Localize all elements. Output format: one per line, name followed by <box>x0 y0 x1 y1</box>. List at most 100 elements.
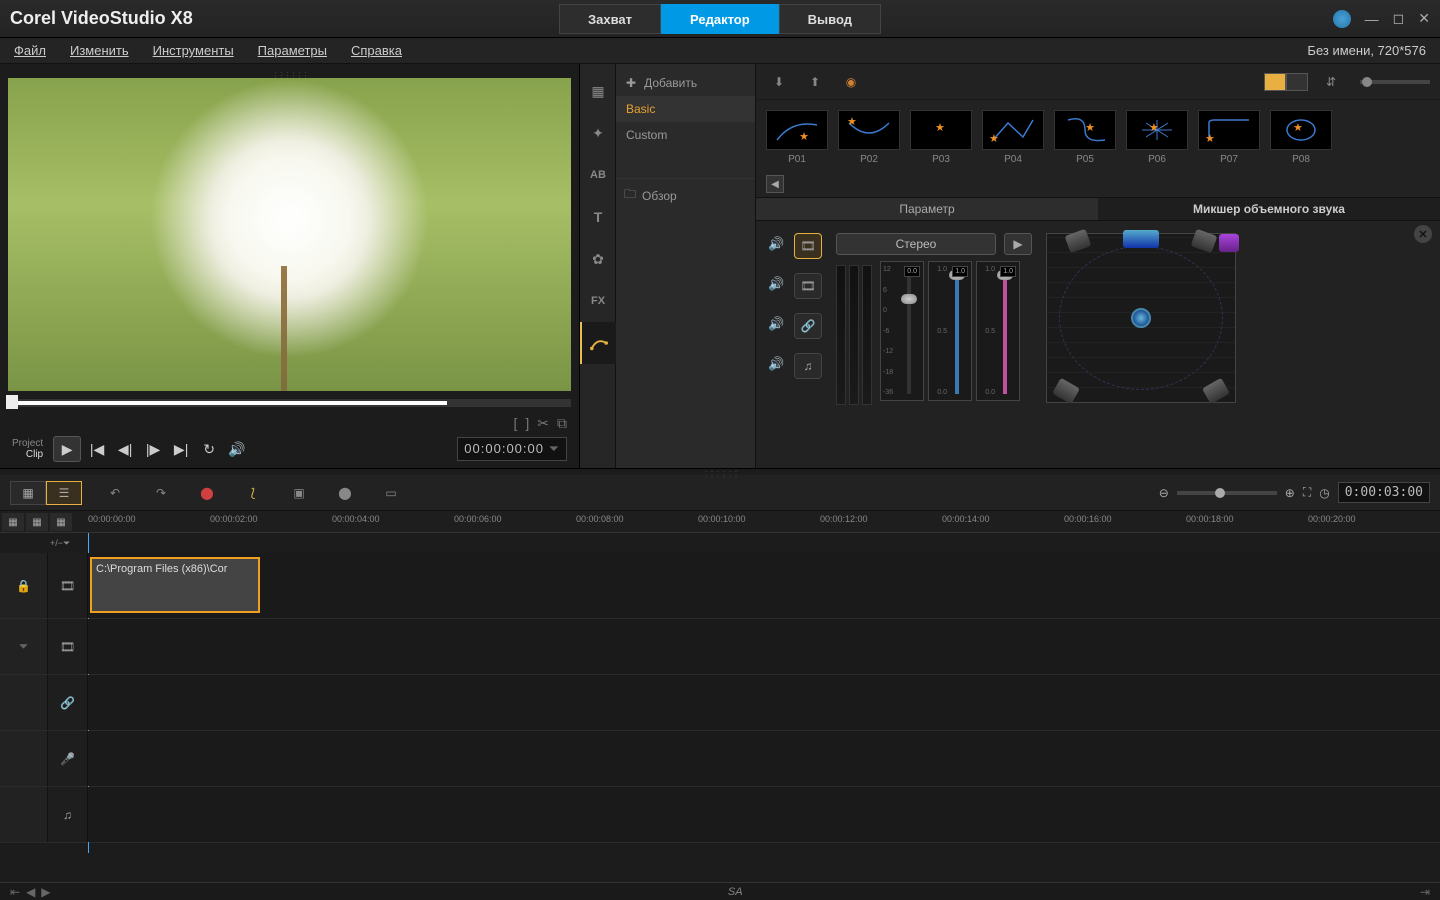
menu-options[interactable]: Параметры <box>258 43 327 58</box>
menu-file[interactable]: Файл <box>14 43 46 58</box>
music-track-icon[interactable]: ♫ <box>48 787 88 842</box>
tab-capture[interactable]: Захват <box>559 4 661 34</box>
close-panel-icon[interactable]: ✕ <box>1414 225 1432 243</box>
center-fader[interactable]: 1.00.50.0 1.0 <box>928 261 972 401</box>
path-tab-icon[interactable] <box>580 322 616 364</box>
nav-right-icon[interactable]: ▶ <box>41 885 50 899</box>
overlay-track-icon[interactable]: 🎞 <box>794 273 822 299</box>
timeline-duration[interactable]: 0:00:03:00 <box>1338 482 1430 503</box>
preset-p01[interactable]: ★P01 <box>766 110 828 165</box>
tab-parameter[interactable]: Параметр <box>756 198 1098 220</box>
title-tab-icon[interactable]: T <box>580 196 616 238</box>
overlay-track-body[interactable] <box>88 619 1440 674</box>
browse-button[interactable]: 🗀Обзор <box>616 178 755 212</box>
media-tab-icon[interactable]: ▦ <box>580 70 616 112</box>
preset-p04[interactable]: ★P04 <box>982 110 1044 165</box>
preset-p03[interactable]: ★P03 <box>910 110 972 165</box>
timeline-view-icon[interactable]: ☰ <box>46 481 82 505</box>
panel-grip[interactable] <box>8 70 571 76</box>
overlay-track-icon[interactable]: 🎞 <box>48 619 88 674</box>
front-right-speaker-icon[interactable] <box>1191 229 1218 253</box>
preset-p06[interactable]: ★P06 <box>1126 110 1188 165</box>
video-track-icon[interactable]: 🎞 <box>48 553 88 618</box>
preset-p05[interactable]: ★P05 <box>1054 110 1116 165</box>
toggle-tool-icon[interactable]: ⬤ <box>332 480 358 506</box>
track-head-music[interactable] <box>0 787 48 842</box>
title-track-body[interactable] <box>88 675 1440 730</box>
lock-icon[interactable]: 🔒 <box>16 579 31 593</box>
add-track-row[interactable]: +/−⏷ <box>0 533 1440 553</box>
record-button[interactable]: ⬤ <box>194 480 220 506</box>
video-preview[interactable] <box>8 78 571 391</box>
nav-left-icon[interactable]: ◀ <box>26 885 35 899</box>
music-track-icon[interactable]: ♫ <box>794 353 822 379</box>
folder-custom[interactable]: Custom <box>616 122 755 148</box>
undo-button[interactable]: ↶ <box>102 480 128 506</box>
library-zoom-slider[interactable] <box>1360 80 1430 84</box>
stereo-mode-dropdown[interactable]: Стерео <box>836 233 996 255</box>
list-view-icon[interactable] <box>1286 73 1308 91</box>
seek-thumb[interactable] <box>6 395 18 409</box>
scroll-left-button[interactable]: ◀ <box>766 175 784 193</box>
redo-button[interactable]: ↷ <box>148 480 174 506</box>
menu-edit[interactable]: Изменить <box>70 43 129 58</box>
front-left-speaker-icon[interactable] <box>1065 229 1092 253</box>
tab-surround-mixer[interactable]: Микшер объемного звука <box>1098 198 1440 220</box>
master-fader[interactable]: 1260-6-12-18-36 0.0 <box>880 261 924 401</box>
menu-help[interactable]: Справка <box>351 43 402 58</box>
preset-p08[interactable]: ★P08 <box>1270 110 1332 165</box>
scroll-left-icon[interactable]: ⇤ <box>10 885 20 899</box>
preset-p02[interactable]: ★P02 <box>838 110 900 165</box>
surround-position-dot[interactable] <box>1131 308 1151 328</box>
transition-tab-icon[interactable]: AB <box>580 154 616 196</box>
instant-tab-icon[interactable]: ✦ <box>580 112 616 154</box>
ruler-btn-3[interactable]: ▦ <box>50 513 72 531</box>
seek-bar[interactable] <box>8 399 571 407</box>
markin-icon[interactable]: [ <box>513 415 517 432</box>
video-clip[interactable]: C:\Program Files (x86)\Cor <box>90 557 260 613</box>
rear-right-speaker-icon[interactable] <box>1202 378 1230 405</box>
sub-fader[interactable]: 1.00.50.0 1.0 <box>976 261 1020 401</box>
graphic-tab-icon[interactable]: ✿ <box>580 238 616 280</box>
globe-icon[interactable] <box>1333 10 1351 28</box>
mode-labels[interactable]: Project Clip <box>12 438 43 460</box>
sort-options-icon[interactable]: ⇵ <box>1318 69 1344 95</box>
minimize-icon[interactable]: — <box>1365 11 1379 27</box>
ruler-btn-2[interactable]: ▦ <box>26 513 48 531</box>
surround-field[interactable] <box>1046 233 1236 403</box>
speaker-icon[interactable]: 🔊 <box>768 356 788 376</box>
track-head-voice[interactable] <box>0 731 48 786</box>
sort-icon[interactable]: ◉ <box>838 69 864 95</box>
track-head-overlay[interactable]: ⏷ <box>0 619 48 674</box>
speaker-icon[interactable]: 🔊 <box>768 276 788 296</box>
volume-button[interactable]: 🔊 <box>225 437 249 461</box>
timecode[interactable]: 00:00:00:00 ⏷ <box>457 437 567 461</box>
voice-track-body[interactable] <box>88 731 1440 786</box>
add-folder-button[interactable]: ✚Добавить <box>616 70 755 96</box>
mixer-play-button[interactable]: ▶ <box>1004 233 1032 255</box>
zoom-out-icon[interactable]: ⊖ <box>1159 486 1169 500</box>
video-track-body[interactable]: C:\Program Files (x86)\Cor <box>88 553 1440 618</box>
audio-tool-icon[interactable]: ⟅ <box>240 480 266 506</box>
view-toggle[interactable] <box>1264 73 1308 91</box>
scroll-right-icon[interactable]: ⇥ <box>1420 885 1430 899</box>
preset-p07[interactable]: ★P07 <box>1198 110 1260 165</box>
menu-tools[interactable]: Инструменты <box>153 43 234 58</box>
clock-icon[interactable]: ◷ <box>1319 486 1329 500</box>
export-icon[interactable]: ⬆ <box>802 69 828 95</box>
fx-tab-icon[interactable]: FX <box>580 280 616 322</box>
multitrim-icon[interactable]: ⧉ <box>557 415 567 432</box>
subwoofer-icon[interactable] <box>1219 234 1239 252</box>
tab-output[interactable]: Вывод <box>779 4 881 34</box>
loop-button[interactable]: ↻ <box>197 437 221 461</box>
title-track-icon[interactable]: 🔗 <box>48 675 88 730</box>
timeline-ruler[interactable]: ▦ ▦ ▦ 00:00:00:0000:00:02:0000:00:04:000… <box>0 511 1440 533</box>
close-icon[interactable]: ✕ <box>1418 10 1430 27</box>
fit-icon[interactable]: ⛶ <box>1303 485 1311 500</box>
cut-icon[interactable]: ✂ <box>537 415 549 432</box>
storyboard-view-icon[interactable]: ▦ <box>10 481 46 505</box>
zoom-in-icon[interactable]: ⊕ <box>1285 486 1295 500</box>
zoom-slider[interactable] <box>1177 491 1277 495</box>
track-tool-icon[interactable]: ▭ <box>378 480 404 506</box>
speaker-icon[interactable]: 🔊 <box>768 236 788 256</box>
